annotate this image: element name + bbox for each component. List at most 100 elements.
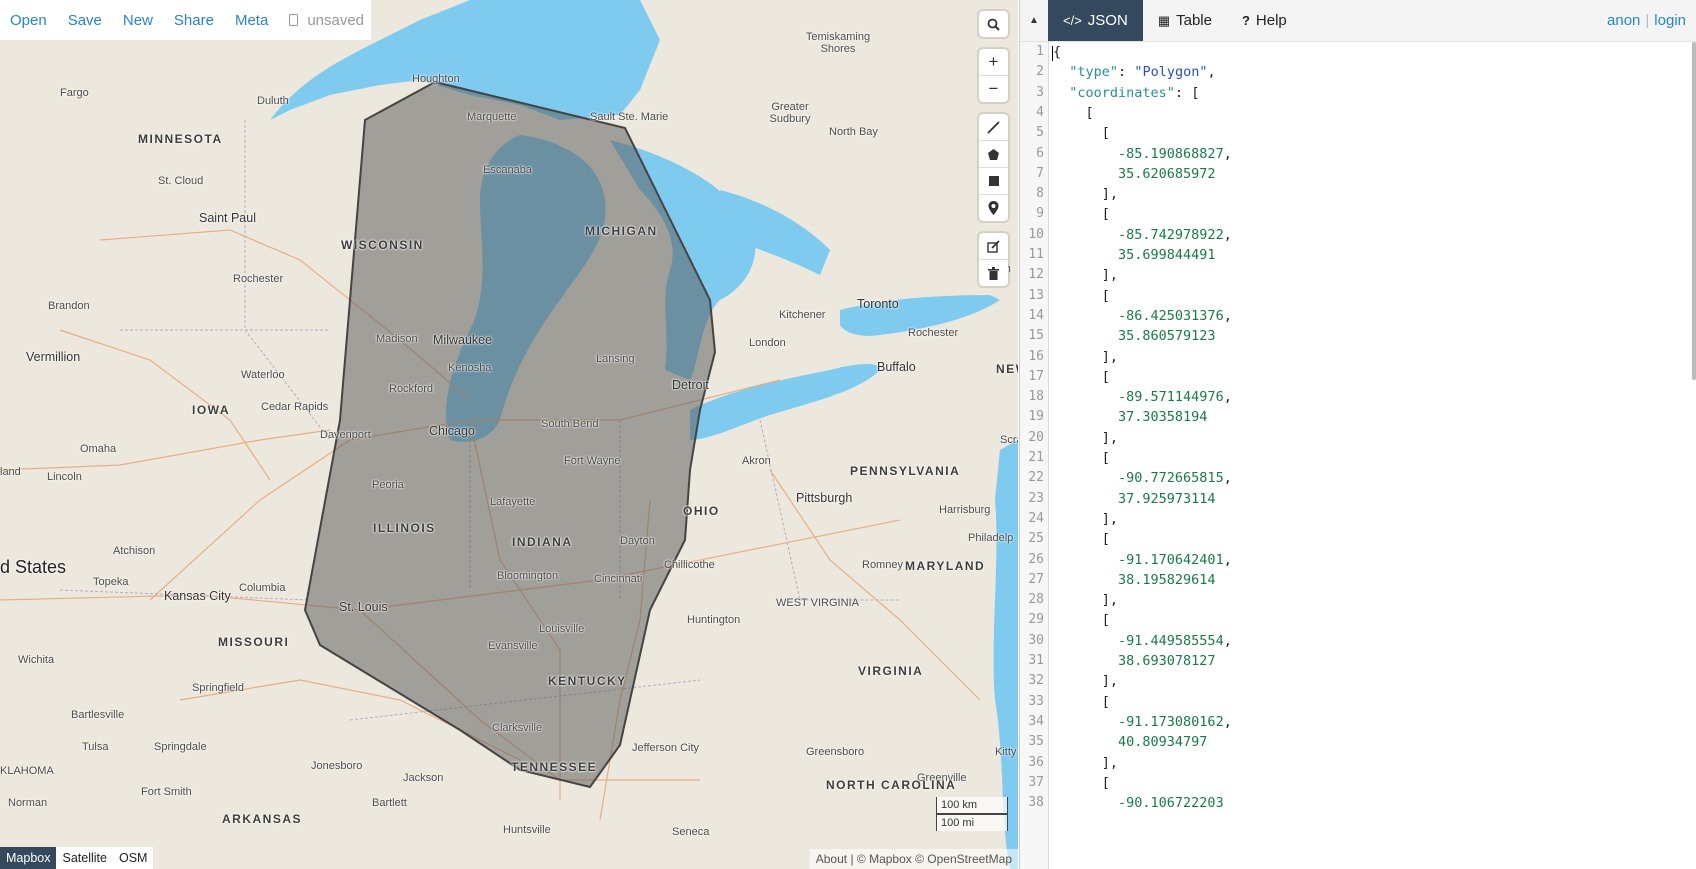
state-label: VIRGINIA [858,664,924,678]
map-label: Jonesboro [311,760,363,772]
line-number: 24 [1028,510,1044,526]
state-label: NORTH CAROLINA [826,778,957,792]
layer-osm[interactable]: OSM [112,847,154,869]
code-line: ], [1053,673,1119,690]
edit-button[interactable] [979,233,1008,260]
line-number: 37 [1028,774,1044,790]
code-line: [ [1053,206,1110,223]
draw-control [979,114,1008,221]
tab-table[interactable]: ▦ Table [1143,0,1227,41]
map-label: Springdale [154,741,207,753]
code-line: [ [1053,612,1110,629]
map-label: Clarksville [492,722,543,734]
search-button[interactable] [979,11,1008,37]
new-button[interactable]: New [123,12,153,29]
line-number: 33 [1028,693,1044,709]
map-label: Springfield [192,682,244,694]
marker-icon [988,201,999,215]
state-label: OHIO [683,504,720,518]
scale-mi: 100 mi [936,814,1008,831]
save-button[interactable]: Save [68,12,102,29]
draw-line-button[interactable] [979,114,1008,141]
line-number: 23 [1028,490,1044,506]
code-line: ], [1053,754,1119,771]
code-line: [ [1053,104,1094,121]
draw-polygon-button[interactable] [979,141,1008,168]
line-number: 34 [1028,713,1044,729]
search-control [979,11,1008,37]
user-name-link[interactable]: anon [1607,12,1640,29]
tab-help[interactable]: ? Help [1227,0,1302,41]
map-label: North Bay [829,126,878,138]
map-label: London [749,337,786,349]
line-number: 31 [1028,653,1044,668]
line-number: 1 [1036,44,1044,59]
state-label: KLAHOMA [0,765,54,777]
map-label: Peoria [372,479,404,491]
map-label: Waterloo [241,369,285,381]
share-button[interactable]: Share [174,12,214,29]
delete-button[interactable] [979,260,1008,286]
editor-scrollbar[interactable] [1692,42,1696,380]
zoom-in-button[interactable]: + [979,49,1008,76]
collapse-panel-button[interactable]: ▲ [1020,15,1048,26]
map-label: Norman [8,797,48,809]
map-label: Kitchener [779,309,826,321]
save-status: unsaved [289,12,364,29]
layer-satellite[interactable]: Satellite [56,847,113,869]
map-label: Pittsburgh [796,491,853,505]
draw-marker-button[interactable] [979,195,1008,221]
tab-json-label: JSON [1087,12,1128,29]
map-attribution[interactable]: About | © Mapbox © OpenStreetMap [809,849,1018,869]
map-label: Greater Sudbury [769,101,811,125]
map-label: Milwaukee [433,333,493,347]
meta-button[interactable]: Meta [235,12,268,29]
state-label: IOWA [192,403,230,417]
code-line: -90.106722203 [1118,795,1224,812]
state-label: NEW [996,362,1018,376]
line-number: 29 [1028,612,1044,628]
text-cursor [1052,46,1053,61]
edit-icon [987,239,1000,253]
json-editor[interactable]: 1 2 3 4 5 6 7 8 9 10 11 12 13 14 15 16 17 18 19 20 21 22 23 24 2… [1020,42,1696,869]
tab-json[interactable]: </> JSON [1048,0,1143,41]
map-label: Topeka [93,576,129,588]
map-label: Kitty [995,746,1017,758]
line-number: 26 [1028,551,1044,567]
code-line: 35.620685972 [1118,165,1216,182]
code-line: "coordinates": [ [1069,84,1200,101]
map-view[interactable]: Fargo Duluth Houghton Marquette Sault St… [0,0,1018,869]
rectangle-icon [988,176,999,186]
line-number: 3 [1036,84,1044,100]
layer-mapbox[interactable]: Mapbox [0,847,57,869]
line-number: 20 [1028,429,1044,445]
map-label: Seneca [672,826,710,838]
code-line: 37.925973114 [1118,490,1216,507]
line-number: 25 [1028,531,1044,547]
scale-km: 100 km [936,797,1008,814]
login-link[interactable]: login [1654,12,1686,29]
draw-rectangle-button[interactable] [979,168,1008,195]
map-label: Philadelp [968,532,1014,544]
line-number: 12 [1028,267,1044,283]
tab-table-label: Table [1176,12,1212,29]
open-button[interactable]: Open [10,12,47,29]
map-label: Romney [862,559,903,571]
map-label: Tulsa [82,741,109,753]
line-number: 19 [1028,409,1044,425]
map-label: Wichita [18,654,55,666]
line-number: 6 [1036,145,1044,161]
map-label: Vermillion [26,350,81,364]
zoom-out-button[interactable]: − [979,76,1008,102]
line-number: 13 [1028,287,1044,303]
map-label: Evansville [488,640,538,652]
map-label: Atchison [113,545,156,557]
map-label: Greensboro [806,746,865,758]
code-line: [ [1053,368,1110,385]
map-label: Temiskaming Shores [805,31,871,55]
state-label: PENNSYLVANIA [850,464,961,478]
map-label: Chicago [429,424,475,438]
code-line: 35.860579123 [1118,328,1216,345]
state-label: ARKANSAS [222,812,303,826]
state-label: MARYLAND [905,559,986,573]
